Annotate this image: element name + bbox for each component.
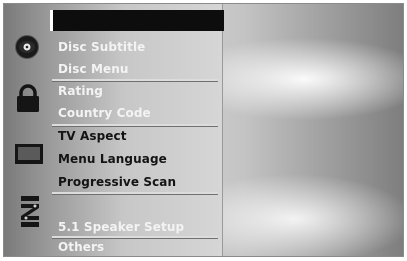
menu-screen: Disc Subtitle Disc Menu Rating Country C… bbox=[3, 3, 404, 257]
menu-item-disc-menu[interactable]: Disc Menu bbox=[58, 62, 129, 76]
others-icon bbox=[16, 240, 40, 254]
menu-header-bar bbox=[50, 10, 224, 31]
menu-item-progressive-scan[interactable]: Progressive Scan bbox=[58, 175, 176, 189]
tv-icon[interactable] bbox=[15, 144, 43, 166]
menu-item-menu-language[interactable]: Menu Language bbox=[58, 152, 167, 166]
lock-icon[interactable] bbox=[15, 84, 41, 114]
section-divider bbox=[52, 79, 218, 82]
menu-item-tv-aspect[interactable]: TV Aspect bbox=[58, 129, 127, 143]
section-divider bbox=[52, 124, 218, 127]
section-divider bbox=[52, 192, 218, 195]
setup-menu-panel: Disc Subtitle Disc Menu Rating Country C… bbox=[4, 4, 224, 256]
section-divider bbox=[52, 236, 218, 239]
speaker-icon[interactable] bbox=[20, 196, 42, 228]
menu-item-speaker-setup[interactable]: 5.1 Speaker Setup bbox=[58, 220, 184, 234]
menu-item-disc-subtitle[interactable]: Disc Subtitle bbox=[58, 40, 145, 54]
menu-item-others[interactable]: Others bbox=[58, 240, 104, 254]
menu-item-rating[interactable]: Rating bbox=[58, 84, 103, 98]
menu-item-country-code[interactable]: Country Code bbox=[58, 106, 151, 120]
disc-icon[interactable] bbox=[14, 34, 40, 60]
